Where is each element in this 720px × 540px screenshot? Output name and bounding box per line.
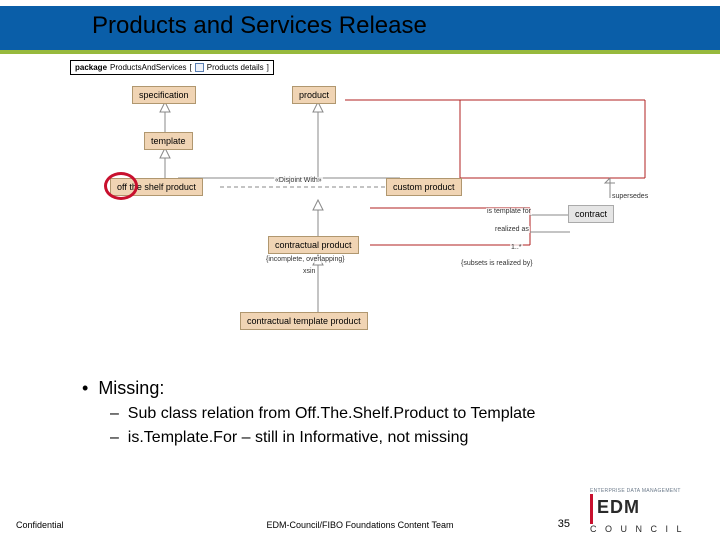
label-is-template-for: is template for xyxy=(486,208,532,215)
label-card: 1..* xyxy=(510,244,523,251)
slide: Products and Services Release package Pr… xyxy=(0,0,720,540)
label-supersedes: supersedes xyxy=(611,193,649,200)
node-contractual-product: contractual product xyxy=(268,236,359,254)
edm-logo: ENTERPRISE DATA MANAGEMENT EDM C O U N C… xyxy=(590,488,710,534)
label-xsin: xsin xyxy=(302,268,316,275)
node-product: product xyxy=(292,86,336,104)
label-constraint: {incomplete, overlapping} xyxy=(265,256,346,263)
node-contractual-template-product: contractual template product xyxy=(240,312,368,330)
highlight-circle xyxy=(104,172,138,200)
page-title: Products and Services Release xyxy=(92,12,427,40)
bullet-heading: • Missing: xyxy=(82,378,662,399)
bullet-item-text: Sub class relation from Off.The.Shelf.Pr… xyxy=(128,405,536,422)
node-specification: specification xyxy=(132,86,196,104)
bullet-heading-text: Missing: xyxy=(98,378,164,398)
logo-main-text: EDM xyxy=(597,497,640,517)
logo-bar xyxy=(590,494,593,524)
node-template: template xyxy=(144,132,193,150)
label-disjoint: «Disjoint With» xyxy=(274,177,323,184)
uml-diagram: package ProductsAndServices [ Products d… xyxy=(70,60,660,360)
logo-bottom-text: C O U N C I L xyxy=(590,524,710,534)
footer-page-number: 35 xyxy=(558,518,570,530)
node-contract: contract xyxy=(568,205,614,223)
label-subsets: {subsets is realized by} xyxy=(460,260,534,267)
bullet-item: – is.Template.For – still in Informative… xyxy=(110,429,662,447)
bullet-list: • Missing: – Sub class relation from Off… xyxy=(82,378,662,447)
accent-line xyxy=(0,50,720,54)
label-realized-as: realized as xyxy=(494,226,530,233)
bullet-item: – Sub class relation from Off.The.Shelf.… xyxy=(110,405,662,423)
logo-main-row: EDM xyxy=(590,494,710,524)
bullet-item-text: is.Template.For – still in Informative, … xyxy=(128,429,469,446)
node-custom-product: custom product xyxy=(386,178,462,196)
